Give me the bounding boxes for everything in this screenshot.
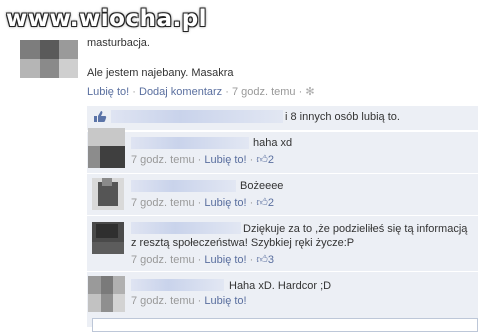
comment-like-link[interactable]: Lubię to! xyxy=(204,254,246,266)
add-comment-link[interactable]: Dodaj komentarz xyxy=(139,86,222,98)
commenter-avatar[interactable] xyxy=(88,276,125,312)
thumbs-up-icon xyxy=(93,110,107,126)
comment-timestamp[interactable]: 7 godz. temu xyxy=(131,197,195,209)
commenter-name-blurred[interactable] xyxy=(131,137,249,149)
comment-like-link[interactable]: Lubię to! xyxy=(204,154,246,166)
likers-names-blurred[interactable] xyxy=(111,110,283,123)
comment-like-link[interactable]: Lubię to! xyxy=(204,295,246,307)
comment-meta: 7 godz. temu · Lubię to! · 👍︎2 xyxy=(131,154,275,166)
comment-row xyxy=(87,271,478,316)
comment-timestamp[interactable]: 7 godz. temu xyxy=(131,295,195,307)
commenter-name-blurred[interactable] xyxy=(131,180,236,192)
post-text-line1: masturbacja. xyxy=(87,37,150,49)
comment-text: Bożeeee xyxy=(240,180,284,192)
commenter-name-blurred[interactable] xyxy=(131,279,224,291)
comment-timestamp[interactable]: 7 godz. temu xyxy=(131,254,195,266)
post-actions: Lubię to! · Dodaj komentarz · 7 godz. te… xyxy=(87,85,315,98)
comment-text: Haha xD. Hardcor ;D xyxy=(229,280,332,292)
comment-meta: 7 godz. temu · Lubię to! xyxy=(131,295,247,307)
comment-text: haha xd xyxy=(253,137,293,149)
separator-dot: · xyxy=(225,86,229,98)
comment-likes[interactable]: 👍︎2 xyxy=(256,154,274,166)
comment-input[interactable] xyxy=(92,318,478,332)
thumbs-up-icon: 👍︎ xyxy=(256,197,268,209)
commenter-name-blurred[interactable] xyxy=(131,222,241,234)
comment-meta: 7 godz. temu · Lubię to! · 👍︎2 xyxy=(131,197,275,209)
likes-count-text[interactable]: i 8 innych osób lubią to. xyxy=(285,111,400,123)
thumbs-up-icon: 👍︎ xyxy=(256,254,268,266)
post-text-line2: Ale jestem najebany. Masakra xyxy=(87,67,234,79)
comment-timestamp[interactable]: 7 godz. temu xyxy=(131,154,195,166)
gear-icon: ✻ xyxy=(305,86,315,98)
comment-text: z resztą społeczeństwa! Szybkiej ręki ży… xyxy=(131,237,355,249)
post-like-link[interactable]: Lubię to! xyxy=(87,86,129,98)
comment-like-link[interactable]: Lubię to! xyxy=(204,197,246,209)
separator-dot: · xyxy=(132,86,136,98)
commenter-avatar[interactable] xyxy=(88,128,125,168)
post-timestamp[interactable]: 7 godz. temu xyxy=(232,86,296,98)
separator-dot: · xyxy=(298,86,303,98)
comment-meta: 7 godz. temu · Lubię to! · 👍︎3 xyxy=(131,254,275,266)
comment-likes[interactable]: 👍︎2 xyxy=(256,197,274,209)
poster-avatar[interactable] xyxy=(20,40,78,78)
commenter-avatar[interactable] xyxy=(92,178,124,210)
commenter-avatar[interactable] xyxy=(92,222,124,254)
thumbs-up-icon: 👍︎ xyxy=(256,154,268,166)
watermark-logo: www.wiocha.pl xyxy=(6,6,208,32)
comment-text: Dziękuje za to ,że podzieliłeś się tą in… xyxy=(243,223,468,235)
comment-likes[interactable]: 👍︎3 xyxy=(256,254,274,266)
